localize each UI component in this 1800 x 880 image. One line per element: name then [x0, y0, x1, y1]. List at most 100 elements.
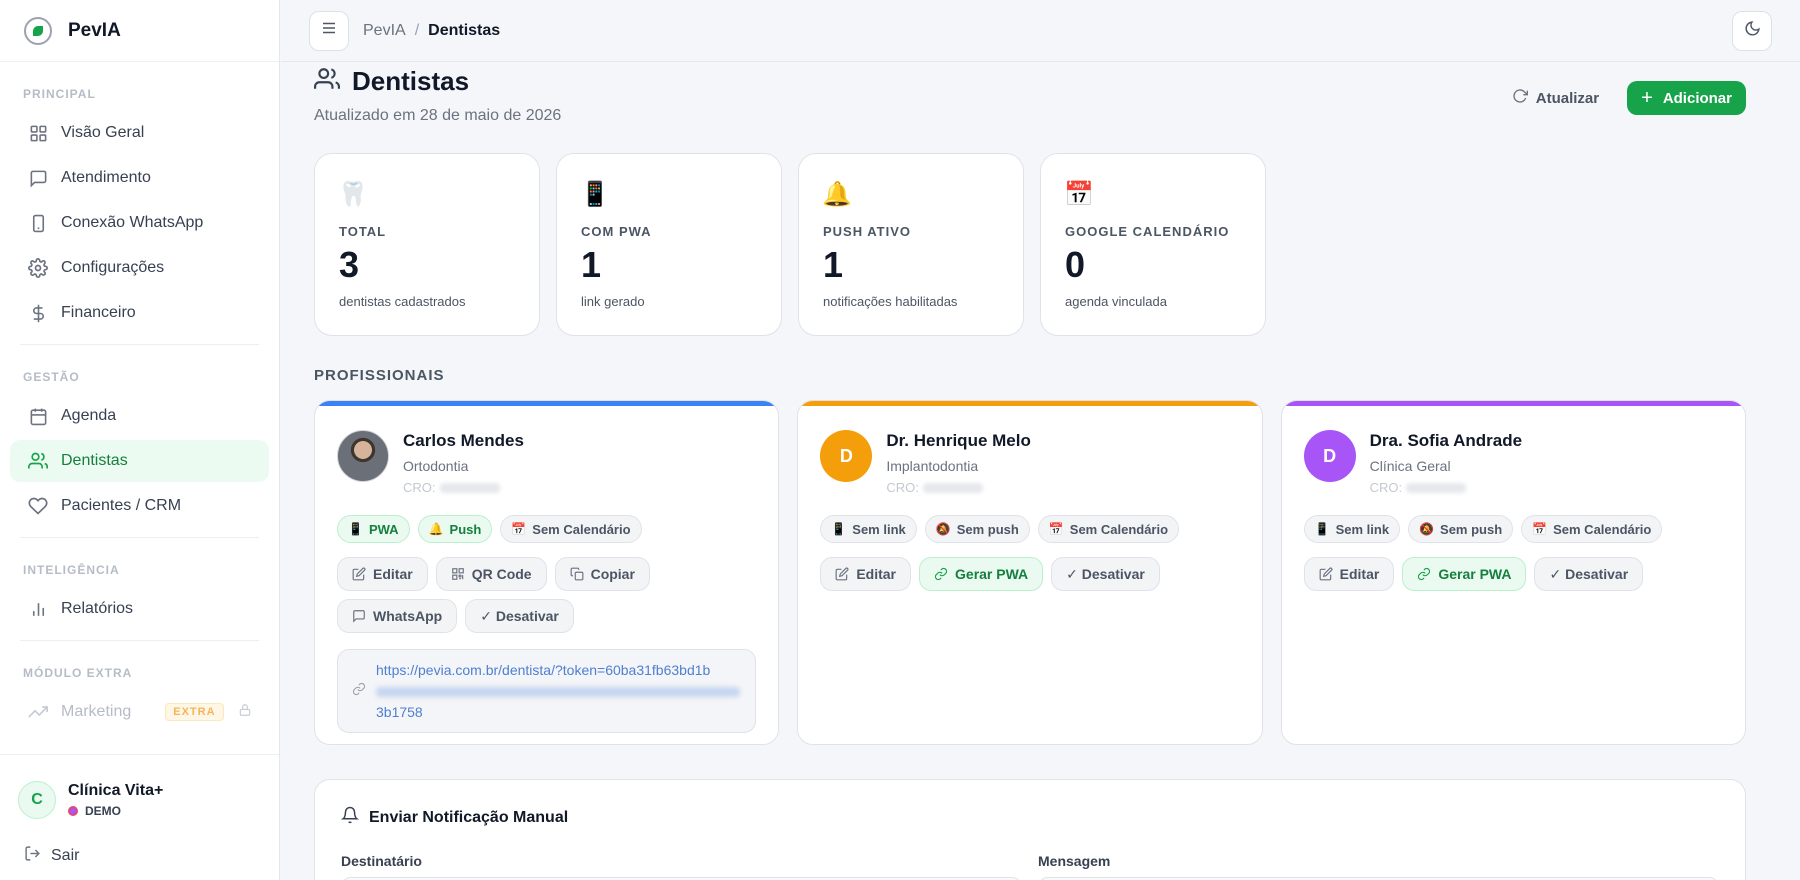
badge-label: Sem link [852, 521, 906, 537]
plan-label: DEMO [85, 804, 121, 818]
bell-icon: 🔔 [428, 522, 444, 536]
sidebar-item-configuracoes[interactable]: Configurações [10, 247, 269, 289]
cro-label: CRO: [403, 480, 436, 495]
button-label: WhatsApp [373, 608, 443, 624]
pwa-link-box[interactable]: https://pevia.com.br/dentista/?token=60b… [337, 649, 757, 733]
menu-toggle-button[interactable] [309, 10, 349, 51]
refresh-button[interactable]: Atualizar [1512, 88, 1599, 108]
sidebar-item-label: Dentistas [61, 452, 128, 469]
professional-card: Carlos Mendes Ortodontia CRO: 📱 PWA 🔔 Push… [314, 400, 780, 745]
calendar-icon: 📅 [511, 522, 527, 536]
divider [20, 640, 259, 641]
sidebar-item-dentistas[interactable]: Dentistas [10, 440, 269, 482]
cro-label: CRO: [1369, 480, 1403, 495]
professionals-list: Carlos Mendes Ortodontia CRO: 📱 PWA 🔔 Push… [314, 400, 1746, 745]
professional-cro: CRO: [1370, 480, 1522, 495]
button-label: Editar [373, 566, 413, 582]
sidebar: PevIA PRINCIPAL Visão Geral Atendimento … [0, 0, 280, 880]
status-badge: 📱 Sem link [1303, 515, 1401, 543]
calendar-icon: 📅 [1048, 522, 1064, 536]
calendar-icon [28, 406, 48, 426]
logo-icon [24, 16, 52, 45]
stat-label: TOTAL [339, 224, 387, 239]
badge-label: Sem push [956, 521, 1019, 537]
whatsapp-button[interactable]: WhatsApp [337, 599, 458, 633]
grid-icon [28, 123, 48, 143]
edit-button[interactable]: Editar [337, 557, 428, 591]
bell-off-icon: 🔕 [1419, 522, 1435, 536]
panel-title: Enviar Notificação Manual [369, 808, 569, 826]
breadcrumb-root[interactable]: PevIA [363, 22, 406, 40]
lock-icon [238, 703, 252, 722]
professional-cro: CRO: [403, 480, 524, 495]
link-icon [352, 682, 366, 701]
sidebar-item-financeiro[interactable]: Financeiro [10, 292, 269, 334]
sidebar-item-agenda[interactable]: Agenda [10, 395, 269, 437]
sidebar-item-relatorios[interactable]: Relatórios [10, 588, 269, 630]
professional-card: D Dr. Henrique Melo Implantodontia CRO: … [797, 400, 1263, 745]
status-badge: 🔔 Push [417, 515, 493, 543]
mobile-icon: 📱 [580, 180, 610, 208]
nav-section-title: MÓDULO EXTRA [23, 666, 133, 680]
stat-label: COM PWA [581, 224, 652, 239]
nav-section-title: INTELIGÊNCIA [23, 563, 120, 577]
copy-icon [570, 567, 584, 581]
bell-icon [340, 806, 360, 829]
qr-code-button[interactable]: QR Code [435, 557, 547, 591]
sidebar-item-conexao-whatsapp[interactable]: Conexão WhatsApp [10, 202, 269, 244]
professional-specialty: Ortodontia [403, 458, 469, 474]
stat-card-total: 🦷 TOTAL 3 dentistas cadastrados [314, 153, 540, 336]
main-content: Dentistas Atualizado em 28 de maio de 20… [314, 62, 1746, 880]
badge-label: Push [449, 521, 482, 537]
generate-pwa-button[interactable]: Gerar PWA [1402, 557, 1527, 591]
add-dentist-button[interactable]: + Adicionar [1627, 81, 1746, 115]
edit-button[interactable]: Editar [820, 557, 912, 591]
theme-toggle-button[interactable] [1732, 10, 1772, 51]
dollar-icon [28, 303, 48, 323]
menu-icon [320, 19, 338, 42]
copy-button[interactable]: Copiar [554, 557, 650, 591]
deactivate-button[interactable]: ✓ Desativar [465, 599, 574, 633]
topbar: PevIA / Dentistas [281, 0, 1800, 62]
status-badge: 📅 Sem Calendário [500, 515, 642, 543]
edit-button[interactable]: Editar [1303, 557, 1395, 591]
user-profile[interactable]: C Clínica Vita+ DEMO [18, 781, 261, 819]
pwa-link-start: https://pevia.com.br/dentista/?token=60b… [376, 661, 711, 678]
deactivate-button[interactable]: ✓ Desativar [1534, 557, 1644, 591]
page-header: Dentistas Atualizado em 28 de maio de 20… [314, 66, 1746, 125]
sidebar-item-marketing[interactable]: Marketing EXTRA [10, 691, 269, 733]
sidebar-item-visao-geral[interactable]: Visão Geral [10, 112, 269, 154]
stat-description: dentistas cadastrados [339, 294, 466, 309]
deactivate-button[interactable]: ✓ Desativar [1051, 557, 1160, 591]
button-label: Copiar [590, 566, 635, 582]
chat-icon [352, 609, 366, 623]
generate-pwa-button[interactable]: Gerar PWA [919, 557, 1044, 591]
sidebar-item-pacientes-crm[interactable]: Pacientes / CRM [10, 485, 269, 527]
nav-section-title: GESTÃO [23, 370, 80, 384]
user-plan: DEMO [68, 804, 163, 818]
cro-label: CRO: [886, 480, 919, 495]
message-label: Mensagem [1038, 853, 1111, 869]
page-subtitle: Atualizado em 28 de maio de 2026 [314, 107, 562, 124]
page-title: Dentistas [352, 66, 470, 96]
nav-section-principal: PRINCIPAL Visão Geral Atendimento Conexã… [0, 84, 279, 334]
stat-card-com-pwa: 📱 COM PWA 1 link gerado [556, 153, 782, 336]
button-label: ✓ Desativar [480, 607, 559, 624]
gear-icon [28, 258, 48, 278]
mobile-icon: 📱 [1314, 522, 1330, 536]
sidebar-item-atendimento[interactable]: Atendimento [10, 157, 269, 199]
button-label: ✓ Desativar [1549, 565, 1629, 582]
badge-label: Sem link [1335, 521, 1390, 537]
sidebar-item-label: Financeiro [61, 304, 136, 321]
breadcrumb-separator: / [414, 21, 420, 39]
stat-description: agenda vinculada [1065, 294, 1167, 309]
card-actions: Editar Gerar PWA ✓ Desativar [1303, 557, 1723, 591]
cro-redacted [922, 482, 983, 493]
mobile-icon: 📱 [831, 522, 847, 536]
brand[interactable]: PevIA [0, 0, 279, 62]
pwa-link[interactable]: https://pevia.com.br/dentista/?token=60b… [376, 660, 740, 723]
sidebar-item-label: Conexão WhatsApp [61, 214, 204, 231]
pwa-link-redacted [376, 686, 740, 697]
logout-button[interactable]: Sair [18, 845, 261, 867]
divider [20, 344, 259, 345]
